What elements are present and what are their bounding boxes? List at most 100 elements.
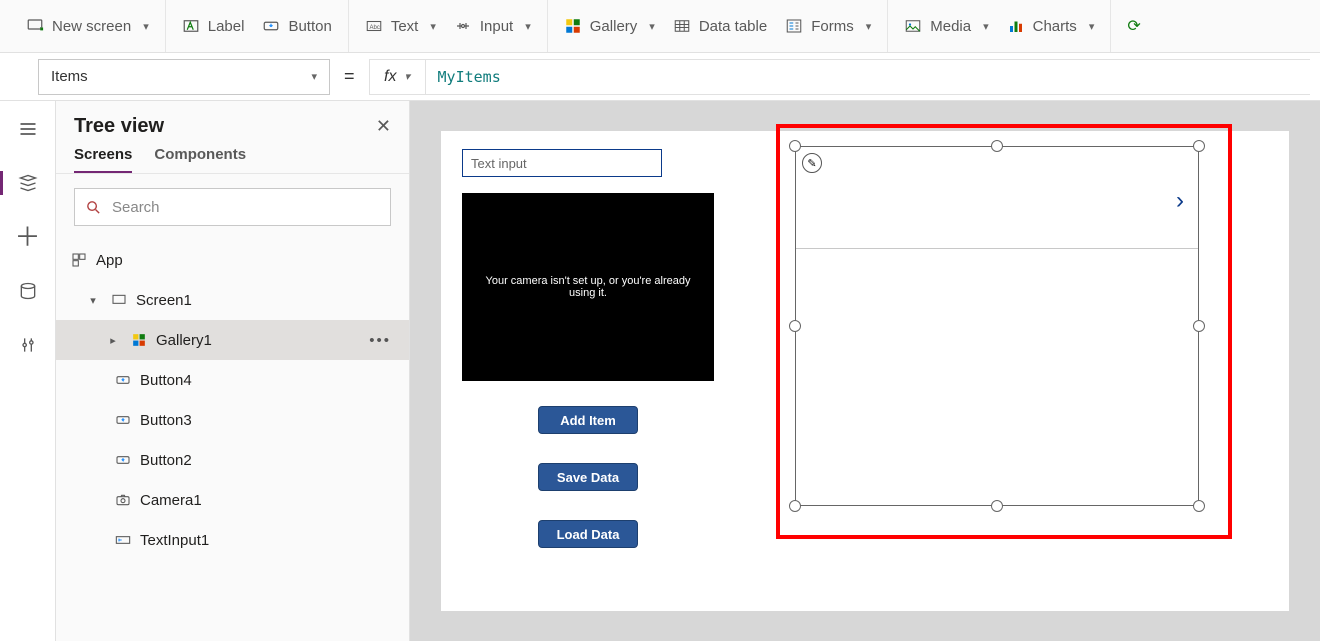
property-selector-label: Items (51, 68, 88, 85)
text-icon: Abc (365, 17, 383, 35)
fx-label: fx (384, 68, 396, 86)
app-icon (70, 252, 88, 268)
chevron-down-icon: ▾ (1089, 20, 1095, 33)
tree-node-label: Gallery1 (156, 332, 212, 349)
resize-handle[interactable] (789, 500, 801, 512)
canvas-textinput[interactable]: Text input (462, 149, 662, 177)
input-dropdown[interactable]: Input ▾ (454, 17, 531, 35)
tree-node-camera1[interactable]: Camera1 (56, 480, 409, 520)
resize-handle[interactable] (1193, 500, 1205, 512)
close-panel-button[interactable]: ✕ (376, 116, 391, 137)
tree-node-label: Button4 (140, 372, 192, 389)
tree-node-label: Camera1 (140, 492, 202, 509)
tree-node-screen1[interactable]: ▾ Screen1 (56, 280, 409, 320)
button-button[interactable]: Button (262, 17, 331, 35)
new-screen-button[interactable]: New screen ▾ (26, 17, 149, 35)
tree-search-input[interactable] (112, 199, 380, 216)
tree-node-label: App (96, 252, 123, 269)
screen-canvas[interactable]: Text input Your camera isn't set up, or … (441, 131, 1289, 611)
button-button-label: Button (288, 18, 331, 35)
resize-handle[interactable] (789, 140, 801, 152)
media-dropdown-label: Media (930, 18, 971, 35)
fx-button[interactable]: fx ▾ (370, 60, 426, 94)
tree-search[interactable] (74, 188, 391, 226)
charts-icon (1007, 17, 1025, 35)
forms-dropdown[interactable]: Forms ▾ (785, 17, 871, 35)
tree-nodes: App ▾ Screen1 ▸ Gallery1 ••• Button4 But… (56, 240, 409, 560)
label-button[interactable]: Label (182, 17, 245, 35)
chevron-right-icon: ▸ (104, 334, 122, 347)
data-table-icon (673, 17, 691, 35)
button-icon (262, 17, 280, 35)
camera-icon (114, 492, 132, 508)
data-button[interactable] (12, 275, 44, 307)
tree-node-button4[interactable]: Button4 (56, 360, 409, 400)
tree-node-app[interactable]: App (56, 240, 409, 280)
gallery-dropdown[interactable]: Gallery ▾ (564, 17, 655, 35)
label-button-label: Label (208, 18, 245, 35)
charts-dropdown-label: Charts (1033, 18, 1077, 35)
canvas-add-button[interactable]: Add Item (538, 406, 638, 434)
charts-dropdown[interactable]: Charts ▾ (1007, 17, 1095, 35)
insert-button[interactable]: ＋ (12, 221, 44, 253)
tree-node-label: Button2 (140, 452, 192, 469)
hamburger-button[interactable] (12, 113, 44, 145)
canvas-area: Text input Your camera isn't set up, or … (410, 101, 1320, 641)
textinput-icon (114, 532, 132, 548)
svg-text:Abc: Abc (369, 25, 379, 31)
media-icon (904, 17, 922, 35)
button-icon (114, 372, 132, 388)
resize-handle[interactable] (991, 500, 1003, 512)
new-screen-label: New screen (52, 18, 131, 35)
tree-node-label: Button3 (140, 412, 192, 429)
data-table-label: Data table (699, 18, 767, 35)
tab-screens[interactable]: Screens (74, 146, 132, 173)
equals-sign: = (344, 66, 355, 87)
resize-handle[interactable] (789, 320, 801, 332)
tree-node-gallery1[interactable]: ▸ Gallery1 ••• (56, 320, 409, 360)
chevron-down-icon: ▾ (404, 70, 410, 83)
chevron-right-icon: › (1176, 187, 1184, 215)
canvas-save-button[interactable]: Save Data (538, 463, 638, 491)
search-icon (85, 199, 102, 216)
left-rail: ＋ (0, 101, 56, 641)
tree-view-button[interactable] (12, 167, 44, 199)
chevron-down-icon: ▾ (649, 20, 655, 33)
resize-handle[interactable] (1193, 140, 1205, 152)
input-dropdown-label: Input (480, 18, 513, 35)
node-more-button[interactable]: ••• (369, 332, 391, 349)
tree-node-textinput1[interactable]: TextInput1 (56, 520, 409, 560)
gallery-dropdown-label: Gallery (590, 18, 638, 35)
button-icon (114, 412, 132, 428)
button-icon (114, 452, 132, 468)
chevron-down-icon: ▾ (525, 20, 531, 33)
resize-handle[interactable] (1193, 320, 1205, 332)
tree-view-title: Tree view (74, 115, 164, 138)
property-selector[interactable]: Items ▾ (38, 59, 330, 95)
canvas-camera[interactable]: Your camera isn't set up, or you're alre… (462, 193, 714, 381)
text-dropdown[interactable]: Abc Text ▾ (365, 17, 436, 35)
overflow-icon[interactable]: ⟳ (1127, 16, 1140, 36)
input-icon (454, 17, 472, 35)
label-icon (182, 17, 200, 35)
chevron-down-icon: ▾ (983, 20, 989, 33)
formula-bar: Items ▾ = fx ▾ MyItems (0, 53, 1320, 101)
chevron-down-icon: ▾ (430, 20, 436, 33)
tree-node-label: Screen1 (136, 292, 192, 309)
canvas-load-button[interactable]: Load Data (538, 520, 638, 548)
tools-button[interactable] (12, 329, 44, 361)
screen-icon (110, 292, 128, 308)
formula-input[interactable]: MyItems (426, 60, 1310, 94)
tree-node-button3[interactable]: Button3 (56, 400, 409, 440)
media-dropdown[interactable]: Media ▾ (904, 17, 988, 35)
gallery-template-row[interactable]: › (796, 147, 1198, 249)
chevron-down-icon: ▾ (143, 20, 149, 33)
data-table-button[interactable]: Data table (673, 17, 767, 35)
tree-node-button2[interactable]: Button2 (56, 440, 409, 480)
chevron-down-icon: ▾ (311, 70, 317, 83)
main-area: ＋ Tree view ✕ Screens Components App (0, 101, 1320, 641)
tab-components[interactable]: Components (154, 146, 246, 173)
forms-dropdown-label: Forms (811, 18, 854, 35)
canvas-gallery[interactable]: ✎ › (795, 146, 1199, 506)
resize-handle[interactable] (991, 140, 1003, 152)
